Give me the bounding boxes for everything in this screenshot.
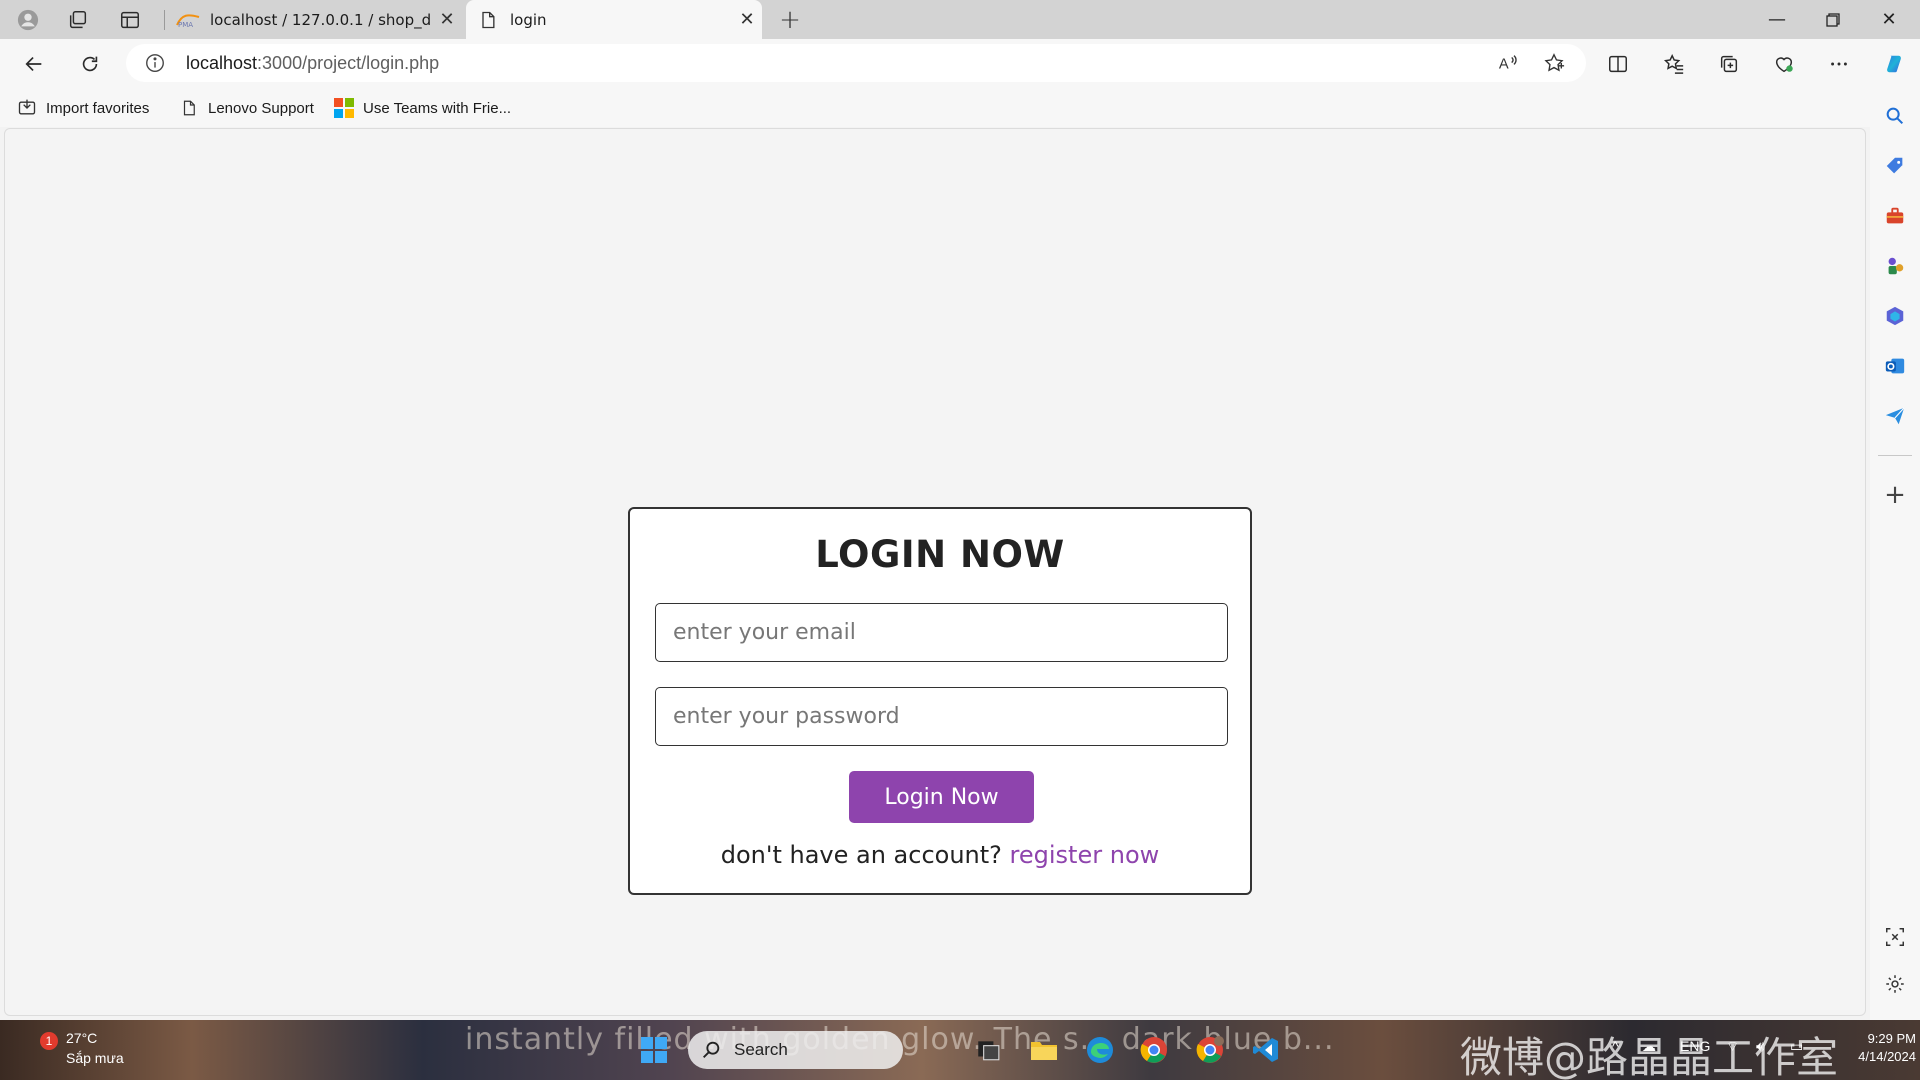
microsoft-365-icon[interactable]	[1881, 302, 1909, 330]
add-icon[interactable]: +	[1881, 480, 1909, 510]
address-bar[interactable]: localhost:3000/project/login.php A	[126, 44, 1586, 82]
settings-gear-icon[interactable]	[1881, 970, 1909, 998]
page-viewport: LOGIN NOW Login Now don't have an accoun…	[4, 128, 1866, 1016]
shopping-tag-icon[interactable]	[1881, 152, 1909, 180]
chrome-profile-icon[interactable]	[1190, 1030, 1230, 1070]
onedrive-icon[interactable]: ☁	[1642, 1038, 1656, 1055]
url-host: localhost	[186, 53, 258, 73]
page-icon	[476, 10, 500, 30]
login-form: LOGIN NOW Login Now don't have an accoun…	[628, 507, 1252, 895]
svg-text:A: A	[1499, 57, 1509, 73]
tab-bar: PMA localhost / 127.0.0.1 / shop_db | ..…	[0, 0, 1920, 39]
page-icon	[178, 97, 200, 119]
file-explorer-icon[interactable]	[1024, 1030, 1064, 1070]
clock-time: 9:29 PM	[1867, 1031, 1916, 1046]
copilot-icon[interactable]	[1876, 47, 1912, 81]
import-icon	[16, 97, 38, 119]
url-path: :3000/project/login.php	[257, 53, 440, 73]
tab-title: login	[510, 10, 547, 29]
vertical-tabs-icon[interactable]	[108, 5, 152, 35]
search-label: Search	[734, 1040, 788, 1059]
edge-icon[interactable]	[1080, 1030, 1120, 1070]
clock-date: 4/14/2024	[1858, 1049, 1916, 1064]
wifi-icon[interactable]: ⌔	[1726, 1038, 1739, 1056]
tab-separator	[164, 10, 165, 30]
address-toolbar: localhost:3000/project/login.php A	[0, 39, 1920, 89]
favorite-import[interactable]: Import favorites	[16, 95, 149, 121]
sidebar-divider	[1878, 455, 1912, 456]
favorite-star-icon[interactable]	[1542, 52, 1566, 74]
language-indicator[interactable]: ENG	[1680, 1038, 1710, 1054]
taskbar-search[interactable]: Search	[688, 1031, 903, 1069]
notification-badge: 1	[40, 1032, 58, 1050]
volume-icon[interactable]: 🔊︎	[1756, 1038, 1765, 1055]
workspaces-icon[interactable]	[56, 5, 100, 35]
register-link[interactable]: register now	[1010, 841, 1160, 869]
clock[interactable]: 9:29 PM 4/14/2024	[1830, 1030, 1916, 1066]
tools-icon[interactable]	[1881, 202, 1909, 230]
edge-sidebar: +	[1870, 89, 1920, 1020]
favorite-label: Import favorites	[46, 99, 150, 117]
read-aloud-icon[interactable]: A	[1496, 52, 1520, 74]
split-screen-icon[interactable]	[1600, 47, 1636, 81]
more-options-icon[interactable]	[1821, 47, 1857, 81]
svg-text:PMA: PMA	[178, 21, 193, 28]
outlook-icon[interactable]	[1881, 352, 1909, 380]
profile-icon[interactable]	[6, 5, 50, 35]
minimize-button[interactable]: —	[1750, 0, 1804, 39]
close-window-button[interactable]: ✕	[1862, 0, 1916, 39]
tab-phpmyadmin[interactable]: PMA localhost / 127.0.0.1 / shop_db | ..…	[166, 0, 462, 39]
page-title: LOGIN NOW	[815, 533, 1065, 576]
screenshot-icon[interactable]	[1881, 923, 1909, 951]
favorite-label: Lenovo Support	[208, 99, 314, 117]
register-line: don't have an account? register now	[630, 841, 1250, 869]
collections-icon[interactable]	[1711, 47, 1747, 81]
password-field[interactable]	[655, 687, 1228, 746]
microsoft-icon	[333, 97, 355, 119]
refresh-button[interactable]	[72, 47, 108, 81]
battery-icon[interactable]: ▭	[1790, 1038, 1803, 1055]
start-button[interactable]	[634, 1030, 674, 1070]
register-prompt: don't have an account?	[720, 841, 1002, 869]
phpmyadmin-icon: PMA	[176, 10, 200, 30]
restore-button[interactable]	[1806, 0, 1860, 39]
close-tab-icon[interactable]: ✕	[432, 5, 462, 35]
games-icon[interactable]	[1881, 252, 1909, 280]
search-icon[interactable]	[1881, 102, 1909, 130]
close-tab-icon[interactable]: ✕	[732, 5, 762, 35]
favorite-lenovo[interactable]: Lenovo Support	[178, 95, 314, 121]
chrome-icon[interactable]	[1134, 1030, 1174, 1070]
site-info-icon[interactable]	[144, 52, 166, 74]
favorite-teams[interactable]: Use Teams with Frie...	[333, 95, 511, 121]
search-icon	[703, 1041, 720, 1058]
tab-title: localhost / 127.0.0.1 / shop_db | ...	[210, 10, 432, 29]
favorite-label: Use Teams with Frie...	[363, 99, 512, 117]
browser-essentials-icon[interactable]	[1766, 47, 1802, 81]
vscode-icon[interactable]	[1246, 1030, 1286, 1070]
weather-desc: Sắp mưa	[66, 1050, 124, 1066]
send-icon[interactable]	[1881, 402, 1909, 430]
new-tab-button[interactable]: +	[774, 4, 806, 36]
login-button[interactable]: Login Now	[849, 771, 1034, 823]
favorites-icon[interactable]	[1656, 47, 1692, 81]
email-field[interactable]	[655, 603, 1228, 662]
weather-widget[interactable]: 1 27°C Sắp mưa	[10, 1030, 130, 1072]
task-view-icon[interactable]	[968, 1030, 1008, 1070]
tab-login[interactable]: login ✕	[466, 0, 762, 39]
windows-taskbar: instantly filled with golden glow. The s…	[0, 1020, 1920, 1080]
favorites-bar: Import favorites Lenovo Support Use Team…	[0, 89, 1880, 127]
chevron-up-icon[interactable]: ^	[1612, 1038, 1619, 1054]
url-text[interactable]: localhost:3000/project/login.php	[186, 53, 439, 74]
back-button[interactable]	[16, 47, 52, 81]
weather-temp: 27°C	[66, 1030, 98, 1046]
